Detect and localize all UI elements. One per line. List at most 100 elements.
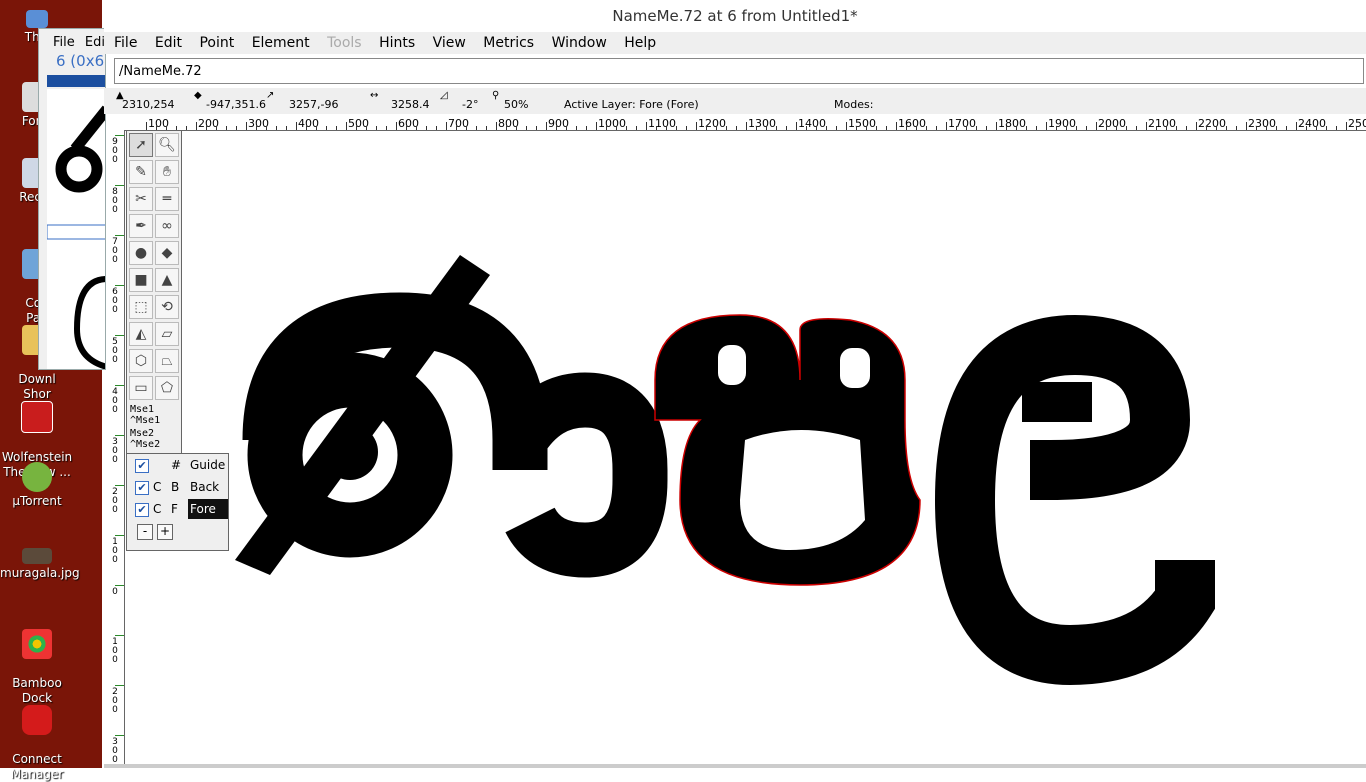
selection-point-icon: ◆	[194, 90, 202, 101]
vruler-label: 100	[112, 637, 118, 665]
ruler-label: 2200	[1198, 117, 1226, 130]
remove-layer-button[interactable]: -	[137, 524, 153, 540]
pointer-tool-icon[interactable]: ➚	[129, 133, 153, 157]
background-font-window[interactable]: File Edi 6 (0x6	[38, 28, 106, 370]
add-layer-button[interactable]: +	[157, 524, 173, 540]
ruler-minor-tick	[1006, 126, 1007, 130]
background-window-menubar: File Edi	[39, 29, 105, 50]
menu-edit[interactable]: Edit	[155, 35, 182, 51]
ruler-minor-tick	[1266, 126, 1267, 130]
3d-rotate-tool-icon[interactable]: ⬡	[129, 349, 153, 373]
magnify-tool-icon[interactable]: 🔍︎	[155, 133, 179, 157]
ruler-tool-icon[interactable]: ═	[155, 187, 179, 211]
ruler-tick	[946, 122, 947, 130]
vruler-label: 300	[112, 437, 118, 465]
mouse2-ctrl-label: ^Mse2	[130, 439, 161, 450]
ruler-minor-tick	[316, 126, 317, 130]
desktop-icon-connect-manager[interactable]: Connect Manager	[0, 690, 74, 782]
knife-tool-icon[interactable]: ✂	[129, 187, 153, 211]
ruler-minor-tick	[416, 126, 417, 130]
menu-file[interactable]: File	[114, 35, 137, 51]
glyph-counter	[740, 430, 865, 550]
background-menu-edit[interactable]: Edi	[85, 35, 105, 50]
desktop-icon-utorrent[interactable]: µTorrent	[0, 462, 74, 509]
ruler-tick	[846, 122, 847, 130]
ruler-minor-tick	[726, 126, 727, 130]
image-file-icon	[22, 548, 52, 564]
ruler-minor-tick	[456, 126, 457, 130]
mouse1-label: Mse1	[130, 404, 155, 415]
ruler-minor-tick	[356, 126, 357, 130]
ruler-minor-tick	[236, 126, 237, 130]
info-bar: ▲ 2310,254 ◆ -947,351.6 ↗ 3257,-96 ↔ 325…	[104, 88, 1366, 114]
rectangle-tool-icon[interactable]: ▭	[129, 376, 153, 400]
scale-tool-icon[interactable]: ⬚	[129, 295, 153, 319]
layer-row-guide[interactable]: ✔ # Guide	[133, 455, 227, 475]
hv-curve-point-icon[interactable]: ◆	[155, 241, 179, 265]
distance-icon: ↔	[370, 90, 379, 101]
ruler-minor-tick	[1016, 126, 1017, 130]
desktop-icon-muragala-jpg[interactable]: muragala.jpg	[0, 544, 80, 581]
glyph-outline[interactable]	[125, 131, 1366, 765]
ruler-minor-tick	[1356, 126, 1357, 130]
menu-point[interactable]: Point	[199, 35, 234, 51]
background-menu-file[interactable]: File	[53, 35, 75, 50]
glyph-name-field[interactable]: /NameMe.72	[114, 58, 1364, 84]
perspective-tool-icon[interactable]: ⏢	[155, 349, 179, 373]
ruler-tick	[1246, 122, 1247, 130]
layer-visible-checkbox[interactable]: ✔	[135, 503, 149, 517]
ruler-minor-tick	[1036, 126, 1037, 130]
glyph-canvas[interactable]	[125, 131, 1366, 765]
ruler-tick	[696, 122, 697, 130]
vruler-tick	[115, 335, 124, 336]
ruler-label: 1800	[998, 117, 1026, 130]
tangent-point-icon[interactable]: ▲	[155, 268, 179, 292]
scroll-hand-tool-icon[interactable]: ✋︎	[155, 160, 179, 184]
ruler-tick	[446, 122, 447, 130]
ruler-minor-tick	[1026, 126, 1027, 130]
menu-metrics[interactable]: Metrics	[483, 35, 534, 51]
menu-window[interactable]: Window	[552, 35, 607, 51]
ruler-minor-tick	[1256, 126, 1257, 130]
ruler-label: 1700	[948, 117, 976, 130]
menu-help[interactable]: Help	[624, 35, 656, 51]
layer-row-back[interactable]: ✔ C B Back	[133, 477, 227, 497]
layer-row-fore[interactable]: ✔ C F Fore	[133, 499, 228, 519]
menubar: File Edit Point Element Tools Hints View…	[104, 32, 1366, 54]
layers-palette: ✔ # Guide ✔ C B Back ✔ C F Fore - +	[126, 453, 229, 551]
ruler-label: 1300	[748, 117, 776, 130]
layer-visible-checkbox[interactable]: ✔	[135, 459, 149, 473]
menu-hints[interactable]: Hints	[379, 35, 415, 51]
ruler-tick	[1196, 122, 1197, 130]
rotate-tool-icon[interactable]: ⟲	[155, 295, 179, 319]
menu-view[interactable]: View	[433, 35, 466, 51]
ruler-minor-tick	[376, 126, 377, 130]
ruler-minor-tick	[516, 126, 517, 130]
ruler-minor-tick	[786, 126, 787, 130]
polygon-tool-icon[interactable]: ⬠	[155, 376, 179, 400]
spiro-tool-icon[interactable]: ∞	[155, 214, 179, 238]
skew-tool-icon[interactable]: ▱	[155, 322, 179, 346]
ruler-tick	[246, 122, 247, 130]
freehand-tool-icon[interactable]: ✎	[129, 160, 153, 184]
layer-visible-checkbox[interactable]: ✔	[135, 481, 149, 495]
ruler-minor-tick	[976, 126, 977, 130]
ruler-label: 1100	[648, 117, 676, 130]
vruler-tick	[115, 535, 124, 536]
angle-icon: ◿	[440, 90, 448, 101]
ruler-minor-tick	[186, 126, 187, 130]
menu-element[interactable]: Element	[252, 35, 310, 51]
layer-name[interactable]: Guide	[188, 455, 227, 475]
ruler-tick	[1096, 122, 1097, 130]
ruler-tick	[496, 122, 497, 130]
mouse1-ctrl-label: ^Mse1	[130, 415, 161, 426]
layer-name[interactable]: Back	[188, 477, 221, 497]
corner-point-icon[interactable]: ■	[129, 268, 153, 292]
flip-tool-icon[interactable]: ◭	[129, 322, 153, 346]
ruler-tick	[1346, 122, 1347, 130]
ruler-minor-tick	[606, 126, 607, 130]
layer-name[interactable]: Fore	[188, 499, 228, 519]
ruler-minor-tick	[576, 126, 577, 130]
pen-tool-icon[interactable]: ✒	[129, 214, 153, 238]
curve-point-icon[interactable]: ●	[129, 241, 153, 265]
